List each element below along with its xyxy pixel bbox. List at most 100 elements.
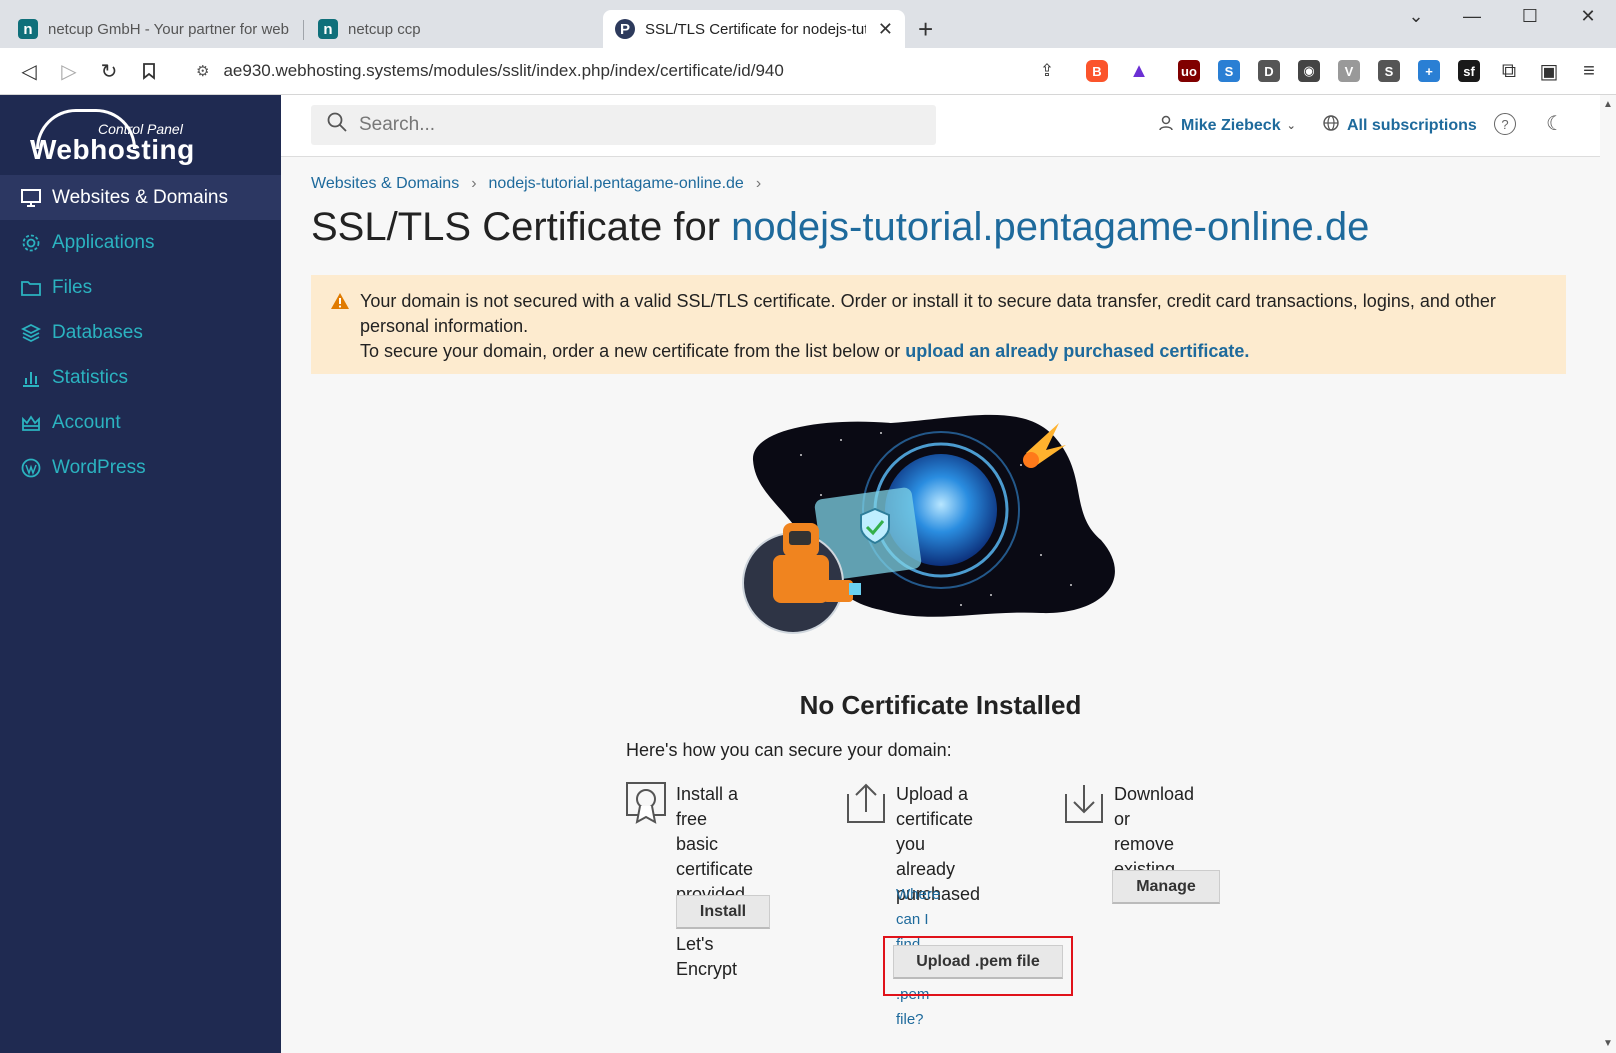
page-title-prefix: SSL/TLS Certificate for: [311, 205, 732, 249]
warning-alert: Your domain is not secured with a valid …: [311, 275, 1566, 374]
breadcrumb-chevron-icon: ›: [471, 175, 477, 192]
browser-tab-netcup-home[interactable]: n netcup GmbH - Your partner for web h: [6, 10, 302, 48]
folder-icon: [20, 277, 42, 299]
browser-tab-netcup-ccp[interactable]: n netcup ccp: [306, 10, 596, 48]
sidebar: Control Panel Webhosting Websites & Doma…: [0, 95, 281, 1053]
breadcrumb-item-websites-domains[interactable]: Websites & Domains: [311, 175, 459, 193]
netcup-favicon-icon: n: [18, 19, 38, 39]
sidebar-item-statistics[interactable]: Statistics: [0, 355, 281, 400]
upload-text-line: certificate you: [896, 809, 974, 854]
sidebar-item-label: Databases: [52, 321, 143, 343]
user-icon: [1159, 115, 1173, 136]
space-robot-illustration: [742, 414, 1115, 634]
bookmark-icon[interactable]: [136, 58, 162, 84]
tab-close-icon[interactable]: ✕: [878, 19, 893, 40]
share-icon[interactable]: ⇪: [1034, 58, 1060, 84]
translate-ext-icon[interactable]: +: [1418, 60, 1440, 82]
breadcrumb-item-domain[interactable]: nodejs-tutorial.pentagame-online.de: [489, 175, 744, 193]
manage-text-line: Download or: [1114, 784, 1195, 829]
reload-button[interactable]: ↻: [96, 58, 122, 84]
breadcrumb: Websites & Domains › nodejs-tutorial.pen…: [311, 175, 761, 193]
search-placeholder: Search...: [359, 114, 436, 135]
certificate-badge-icon: [626, 782, 666, 824]
upload-arrow-icon: [847, 783, 885, 823]
install-text-line: Let's Encrypt: [676, 934, 738, 979]
manage-button[interactable]: Manage: [1112, 870, 1220, 904]
sidebar-item-applications[interactable]: Applications: [0, 220, 281, 265]
page-title-domain-link[interactable]: nodejs-tutorial.pentagame-online.de: [731, 205, 1369, 249]
s2-ext-icon[interactable]: S: [1378, 60, 1400, 82]
netcup-favicon-icon: n: [318, 19, 338, 39]
no-certificate-heading: No Certificate Installed: [799, 690, 1082, 720]
alert-message: Your domain is not secured with a valid …: [360, 291, 1496, 336]
s-ext-icon[interactable]: S: [1218, 60, 1240, 82]
page-scrollbar[interactable]: ▲ ▼: [1600, 95, 1616, 1053]
ublock-icon[interactable]: uo: [1178, 60, 1200, 82]
page-title: SSL/TLS Certificate for nodejs-tutorial.…: [311, 205, 1369, 250]
browser-tabstrip: n netcup GmbH - Your partner for web h n…: [0, 0, 1616, 48]
forward-button[interactable]: ▷: [56, 58, 82, 84]
globe-ext-icon[interactable]: ◉: [1298, 60, 1320, 82]
dark-mode-moon-icon[interactable]: ☾: [1546, 111, 1564, 136]
upload-text-line: already: [896, 859, 956, 879]
alert-secondary-line: To secure your domain, order a new certi…: [360, 339, 1546, 364]
tab-separator: [303, 20, 304, 40]
warning-icon: [331, 293, 349, 309]
sidebar-item-label: Files: [52, 276, 93, 298]
new-tab-button[interactable]: +: [918, 14, 933, 45]
upload-text-line: Upload a: [896, 784, 969, 804]
brave-rewards-icon[interactable]: ▲: [1128, 60, 1150, 82]
sidebar-item-label: Statistics: [52, 366, 129, 388]
sidebar-item-databases[interactable]: Databases: [0, 310, 281, 355]
sidebar-item-label: Applications: [52, 231, 155, 253]
search-input[interactable]: Search...: [311, 105, 936, 145]
upload-certificate-link[interactable]: upload an already purchased certificate.: [905, 341, 1249, 361]
plesk-favicon-icon: P: [615, 19, 635, 39]
browser-toolbar: ◁ ▷ ↻ ⚙ ae930.webhosting.systems/modules…: [0, 48, 1616, 95]
howto-text: Here's how you can secure your domain:: [626, 740, 952, 760]
brave-shield-icon[interactable]: B: [1086, 60, 1108, 82]
url-text: ae930.webhosting.systems/modules/sslit/i…: [223, 61, 784, 80]
sidebar-toggle-icon[interactable]: ▣: [1536, 58, 1562, 84]
browser-menu-icon[interactable]: ≡: [1576, 58, 1602, 84]
upload-pem-button[interactable]: Upload .pem file: [893, 945, 1063, 979]
sidebar-item-websites-domains[interactable]: Websites & Domains: [0, 175, 281, 220]
top-header: Search... Mike Ziebeck ⌄ All subscriptio…: [281, 95, 1600, 157]
install-description: Install a free basic certificate provide…: [676, 782, 753, 982]
scroll-up-arrow-icon[interactable]: ▲: [1603, 99, 1613, 110]
alert-secondary-text: To secure your domain, order a new certi…: [360, 341, 906, 361]
user-name: Mike Ziebeck: [1181, 116, 1281, 134]
browser-tab-label: netcup ccp: [348, 20, 421, 38]
gear-icon: [20, 232, 42, 254]
close-window-button[interactable]: ✕: [1568, 6, 1608, 27]
address-bar[interactable]: ⚙ ae930.webhosting.systems/modules/sslit…: [182, 54, 1082, 88]
scroll-down-arrow-icon[interactable]: ▼: [1603, 1038, 1613, 1049]
logo-title: Webhosting: [30, 134, 195, 165]
help-icon[interactable]: ?: [1494, 113, 1516, 135]
sidebar-item-label: Websites & Domains: [52, 186, 228, 208]
v-ext-icon[interactable]: V: [1338, 60, 1360, 82]
extensions-puzzle-icon[interactable]: ⧉: [1496, 58, 1522, 84]
maximize-button[interactable]: ☐: [1510, 6, 1550, 27]
browser-tab-ssl-certificate[interactable]: P SSL/TLS Certificate for nodejs-tut ✕: [603, 10, 905, 48]
install-button[interactable]: Install: [676, 895, 770, 929]
breadcrumb-chevron-icon: ›: [755, 175, 762, 192]
install-text-line: basic certificate: [676, 834, 754, 879]
sidebar-item-label: WordPress: [52, 456, 146, 478]
minimize-button[interactable]: —: [1452, 6, 1492, 27]
sf-ext-icon[interactable]: sf: [1458, 60, 1480, 82]
user-menu[interactable]: Mike Ziebeck ⌄: [1159, 115, 1296, 136]
wordpress-icon: [20, 457, 42, 479]
tab-search-chevron-icon[interactable]: ⌄: [1396, 6, 1436, 27]
bar-chart-icon: [20, 367, 42, 389]
subscriptions-switcher[interactable]: All subscriptions: [1323, 115, 1477, 136]
back-button[interactable]: ◁: [16, 58, 42, 84]
browser-tab-label: netcup GmbH - Your partner for web h: [48, 20, 290, 38]
site-settings-icon[interactable]: ⚙: [196, 62, 209, 80]
search-icon: [327, 112, 347, 138]
d-ext-icon[interactable]: D: [1258, 60, 1280, 82]
sidebar-item-files[interactable]: Files: [0, 265, 281, 310]
sidebar-item-account[interactable]: Account: [0, 400, 281, 445]
sidebar-item-wordpress[interactable]: WordPress: [0, 445, 281, 490]
webhosting-logo[interactable]: Control Panel Webhosting: [30, 107, 200, 169]
